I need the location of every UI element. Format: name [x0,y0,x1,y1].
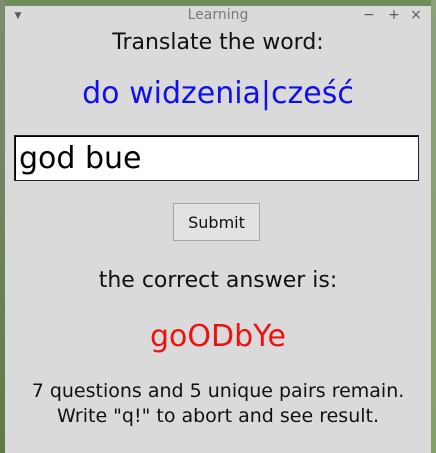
close-button[interactable]: × [408,7,424,23]
answer-input[interactable] [14,135,419,181]
status-line-remaining: 7 questions and 5 unique pairs remain. [31,380,405,402]
status-line-abort-hint: Write "q!" to abort and see result. [56,405,380,427]
status-message: 7 questions and 5 unique pairs remain. W… [5,379,431,429]
correct-answer-label: the correct answer is: [98,268,338,293]
desktop-background-right [431,0,436,453]
correct-answer: goODbYe [150,319,286,354]
word-to-translate: do widzenia|cześć [82,76,354,111]
maximize-button[interactable]: + [386,7,402,23]
title-bar[interactable]: ▼ Learning − + × [5,6,431,26]
learning-window: ▼ Learning − + × Translate the word: do … [5,6,431,453]
minimize-button[interactable]: − [361,7,377,23]
submit-button[interactable]: Submit [173,203,260,241]
prompt-label: Translate the word: [112,30,324,55]
